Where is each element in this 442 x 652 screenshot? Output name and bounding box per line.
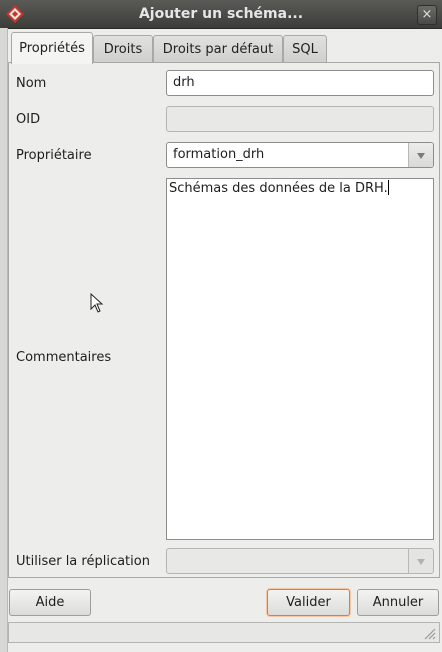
tab-default-rights[interactable]: Droits par défaut xyxy=(153,35,283,62)
replication-select xyxy=(166,548,434,574)
comments-label: Commentaires xyxy=(16,350,112,365)
oid-field xyxy=(166,106,434,132)
mouse-pointer-icon xyxy=(90,293,104,313)
status-bar xyxy=(8,622,440,643)
close-icon[interactable]: × xyxy=(417,5,437,25)
name-field[interactable]: drh xyxy=(166,70,434,96)
title-bar[interactable]: Ajouter un schéma... × xyxy=(0,0,442,29)
help-button[interactable]: Aide xyxy=(9,589,91,616)
background-window-edge xyxy=(0,28,8,652)
tab-properties[interactable]: Propriétés xyxy=(11,32,93,64)
cancel-button[interactable]: Annuler xyxy=(357,589,439,616)
oid-label: OID xyxy=(16,112,41,127)
owner-label: Propriétaire xyxy=(16,148,92,163)
add-schema-dialog: Ajouter un schéma... × Propriétés Droits… xyxy=(0,0,442,652)
tab-sql[interactable]: SQL xyxy=(283,35,327,62)
text-caret xyxy=(387,180,389,195)
chevron-down-icon[interactable] xyxy=(408,143,433,167)
validate-button[interactable]: Valider xyxy=(267,589,350,616)
resize-grip-icon[interactable] xyxy=(422,626,436,640)
tab-rights[interactable]: Droits xyxy=(93,35,153,62)
comments-textarea[interactable]: Schémas des données de la DRH. xyxy=(166,178,434,540)
owner-select[interactable]: formation_drh xyxy=(166,142,434,168)
replication-label: Utiliser la réplication xyxy=(16,554,150,569)
comments-text: Schémas des données de la DRH. xyxy=(169,181,388,196)
chevron-down-icon xyxy=(408,549,433,573)
name-label: Nom xyxy=(16,76,47,91)
owner-selected-value: formation_drh xyxy=(173,147,265,162)
window-title: Ajouter un schéma... xyxy=(138,6,304,22)
